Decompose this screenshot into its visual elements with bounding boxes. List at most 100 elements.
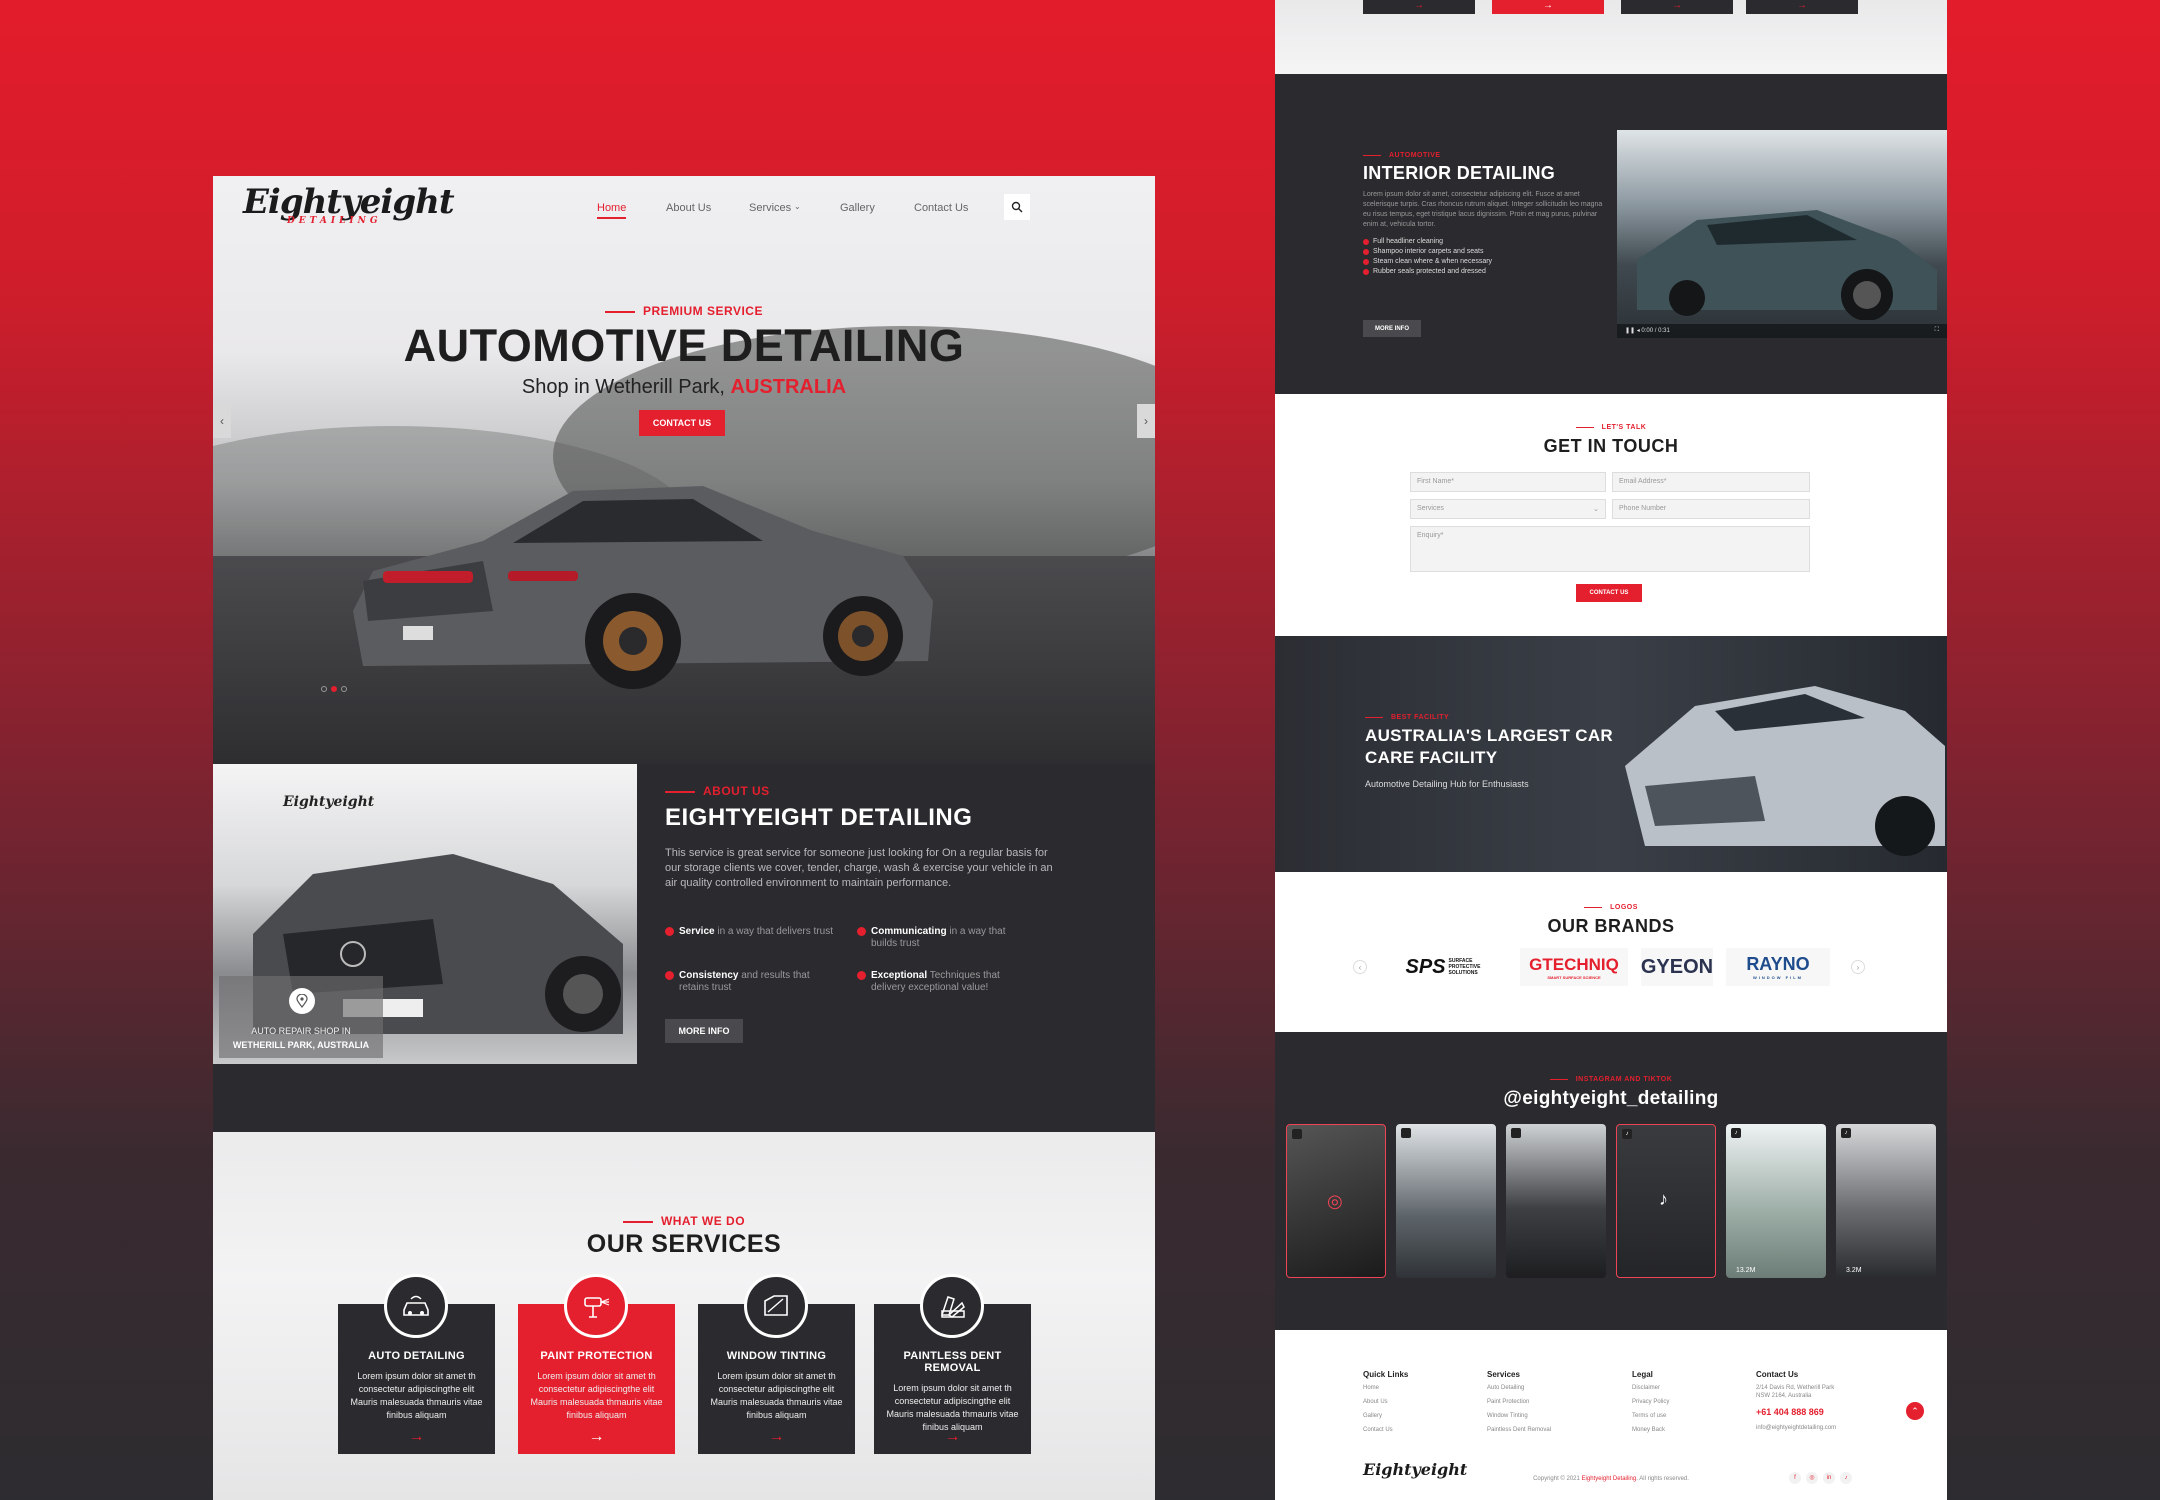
social-post[interactable] xyxy=(1506,1124,1606,1278)
arrow-right-icon[interactable]: → xyxy=(338,1428,495,1446)
social-post[interactable]: ◎ xyxy=(1286,1124,1386,1278)
tiktok-icon: ♪ xyxy=(1622,1129,1632,1139)
footer-link[interactable]: Paintless Dent Removal xyxy=(1487,1427,1607,1433)
arrow-right-icon[interactable]: → xyxy=(518,1428,675,1446)
slider-prev-button[interactable]: ‹ xyxy=(213,404,231,438)
swatch-icon xyxy=(920,1274,984,1338)
footer-link[interactable]: Home xyxy=(1363,1385,1483,1391)
interior-bullet: Steam clean where & when necessary xyxy=(1363,258,1603,265)
bullet-icon xyxy=(857,927,866,936)
nav-gallery[interactable]: Gallery xyxy=(840,202,875,214)
nav-contact[interactable]: Contact Us xyxy=(914,202,968,214)
footer-link[interactable]: Money Back xyxy=(1632,1427,1752,1433)
footer-link[interactable]: Terms of use xyxy=(1632,1413,1752,1419)
footer-link[interactable]: Gallery xyxy=(1363,1413,1483,1419)
video-controls[interactable]: ❚❚ ◂ 0:00 / 0:31 ⛶ xyxy=(1617,324,1947,338)
footer-services: Services Auto Detailing Paint Protection… xyxy=(1487,1370,1607,1441)
brand-rayno-logo: RAYNO WINDOW FILM xyxy=(1726,948,1830,986)
video-player[interactable]: ❚❚ ◂ 0:00 / 0:31 ⛶ xyxy=(1617,130,1947,338)
facility-subtitle: Automotive Detailing Hub for Enthusiasts xyxy=(1365,779,1529,789)
contact-kicker: LET'S TALK xyxy=(1275,424,1947,431)
interior-detailing-section: AUTOMOTIVE INTERIOR DETAILING Lorem ipsu… xyxy=(1275,74,1947,394)
social-post[interactable]: ♪ ♪ xyxy=(1616,1124,1716,1278)
slide-dot[interactable] xyxy=(341,686,347,692)
brands-section: LOGOS OUR BRANDS ‹ SPS SURFACE PROTECTIVE… xyxy=(1275,872,1947,1032)
scroll-to-top-button[interactable]: ⌃ xyxy=(1906,1402,1924,1420)
footer-phone[interactable]: +61 404 888 869 xyxy=(1756,1407,1896,1417)
instagram-logo-icon: ◎ xyxy=(1327,1191,1343,1211)
nav-about[interactable]: About Us xyxy=(666,202,711,214)
enquiry-field[interactable]: Enquiry* xyxy=(1410,526,1810,572)
interior-more-info-button[interactable]: MORE INFO xyxy=(1363,320,1421,337)
service-card-text: Lorem ipsum dolor sit amet th consectetu… xyxy=(710,1371,843,1420)
footer-address: NSW 2164, Australia xyxy=(1756,1393,1812,1399)
footer-link[interactable]: Window Tinting xyxy=(1487,1413,1607,1419)
footer-link[interactable]: Paint Protection xyxy=(1487,1399,1607,1405)
instagram-icon[interactable]: ◎ xyxy=(1806,1472,1818,1484)
footer-link[interactable]: Disclaimer xyxy=(1632,1385,1752,1391)
brands-next-button[interactable]: › xyxy=(1851,960,1865,974)
phone-field[interactable]: Phone Number xyxy=(1612,499,1810,519)
facility-title: AUSTRALIA'S LARGEST CAR CARE FACILITY xyxy=(1365,726,1613,767)
instagram-icon xyxy=(1401,1128,1411,1138)
brands-prev-button[interactable]: ‹ xyxy=(1353,960,1367,974)
interior-bullet: Full headliner cleaning xyxy=(1363,238,1603,245)
feature-service: Service in a way that delivers trust xyxy=(665,926,835,938)
service-card-paint-protection[interactable]: PAINT PROTECTION Lorem ipsum dolor sit a… xyxy=(518,1274,675,1454)
hero-contact-button[interactable]: CONTACT US xyxy=(639,410,725,436)
arrow-button[interactable]: → xyxy=(1363,0,1475,14)
contact-submit-button[interactable]: CONTACT US xyxy=(1576,584,1642,602)
linkedin-icon[interactable]: in xyxy=(1823,1472,1835,1484)
slider-next-button[interactable]: › xyxy=(1137,404,1155,438)
service-card-auto-detailing[interactable]: AUTO DETAILING Lorem ipsum dolor sit ame… xyxy=(338,1274,495,1454)
tiktok-icon[interactable]: ♪ xyxy=(1840,1472,1852,1484)
arrow-button[interactable]: → xyxy=(1746,0,1858,14)
bullet-icon xyxy=(857,971,866,980)
services-select[interactable]: Services ⌄ xyxy=(1410,499,1606,519)
interior-kicker: AUTOMOTIVE xyxy=(1363,152,1603,159)
interior-title: INTERIOR DETAILING xyxy=(1363,163,1556,183)
instagram-handle[interactable]: @eightyeight_detailing xyxy=(1275,1088,1947,1110)
about-text: This service is great service for someon… xyxy=(665,847,1053,889)
fullscreen-icon[interactable]: ⛶ xyxy=(1935,327,1939,334)
slide-dot-active[interactable] xyxy=(331,686,337,692)
arrow-button[interactable]: → xyxy=(1621,0,1733,14)
footer-link[interactable]: Auto Detailing xyxy=(1487,1385,1607,1391)
footer-link[interactable]: About Us xyxy=(1363,1399,1483,1405)
volume-icon[interactable]: ◂ xyxy=(1637,328,1640,334)
hero-slider: Eightyeight DETAILING Home About Us Servi… xyxy=(213,176,1155,764)
nav-services[interactable]: Services xyxy=(749,202,791,214)
site-logo[interactable]: Eightyeight DETAILING xyxy=(243,182,455,226)
wall-logo: Eightyeight xyxy=(283,794,375,810)
instagram-icon xyxy=(1292,1129,1302,1139)
first-name-field[interactable]: First Name* xyxy=(1410,472,1606,492)
service-card-paintless-dent-removal[interactable]: PAINTLESS DENT REMOVAL Lorem ipsum dolor… xyxy=(874,1274,1031,1454)
service-card-window-tinting[interactable]: WINDOW TINTING Lorem ipsum dolor sit ame… xyxy=(698,1274,855,1454)
instagram-icon xyxy=(1511,1128,1521,1138)
top-strip: → → → → xyxy=(1275,0,1947,74)
facebook-icon[interactable]: f xyxy=(1789,1472,1801,1484)
services-title: OUR SERVICES xyxy=(586,1230,782,1258)
footer-link[interactable]: Privacy Policy xyxy=(1632,1399,1752,1405)
location-badge: AUTO REPAIR SHOP IN WETHERILL PARK, AUST… xyxy=(219,976,383,1058)
chevron-down-icon: ⌄ xyxy=(794,202,801,211)
footer-address: 2/14 Davis Rd, Wetherill Park xyxy=(1756,1385,1835,1391)
nav-home[interactable]: Home xyxy=(597,202,627,219)
email-field[interactable]: Email Address* xyxy=(1612,472,1810,492)
interior-paragraph: Lorem ipsum dolor sit amet, consectetur … xyxy=(1363,191,1603,228)
social-post[interactable] xyxy=(1396,1124,1496,1278)
arrow-right-icon[interactable]: → xyxy=(698,1428,855,1446)
about-section: ABOUT US EIGHTYEIGHT DETAILING This serv… xyxy=(665,784,1065,891)
footer-link[interactable]: Contact Us xyxy=(1363,1427,1483,1433)
social-post[interactable]: ♪ 13.2M xyxy=(1726,1124,1826,1278)
arrow-button-active[interactable]: → xyxy=(1492,0,1604,14)
arrow-right-icon[interactable]: → xyxy=(874,1428,1031,1446)
footer-email[interactable]: info@eightyeightdetailing.com xyxy=(1756,1425,1896,1431)
about-more-info-button[interactable]: MORE INFO xyxy=(665,1019,743,1043)
play-pause-icon[interactable]: ❚❚ xyxy=(1625,328,1635,334)
service-card-title: PAINTLESS DENT REMOVAL xyxy=(903,1350,1002,1374)
search-button[interactable] xyxy=(1004,194,1030,220)
social-post[interactable]: ♪ 3.2M xyxy=(1836,1124,1936,1278)
about-title: EIGHTYEIGHT DETAILING xyxy=(665,804,973,831)
slide-dot[interactable] xyxy=(321,686,327,692)
